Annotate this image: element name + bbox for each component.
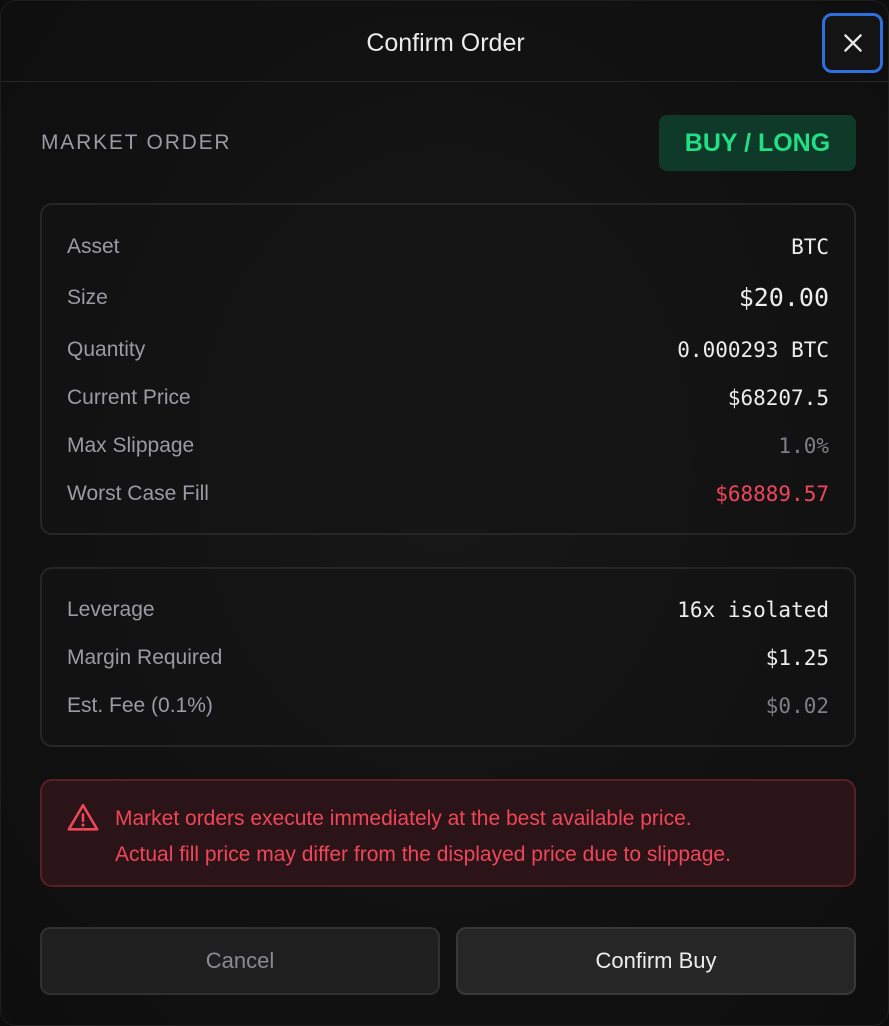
detail-value: BTC: [791, 235, 829, 259]
detail-value: 0.000293 BTC: [677, 338, 829, 362]
confirm-order-dialog: Confirm Order MARKET ORDER BUY / LONG As…: [0, 0, 889, 1026]
detail-row-asset: Asset BTC: [42, 232, 854, 262]
margin-label: Margin Required: [67, 646, 223, 669]
detail-value: $68889.57: [715, 482, 829, 506]
close-button[interactable]: [822, 13, 883, 73]
detail-label: Quantity: [67, 338, 146, 361]
close-icon: [843, 34, 862, 52]
order-details-card: Asset BTC Size $20.00 Quantity 0.000293 …: [40, 203, 856, 535]
margin-row-fee: Est. Fee (0.1%) $0.02: [42, 691, 854, 721]
detail-value: $68207.5: [727, 386, 829, 410]
margin-row-leverage: Leverage 16x isolated: [42, 595, 854, 625]
margin-value: 16x isolated: [677, 598, 829, 622]
detail-label: Asset: [67, 235, 120, 258]
dialog-title: Confirm Order: [366, 29, 525, 57]
detail-value: $20.00: [738, 283, 829, 312]
margin-value: $0.02: [765, 694, 829, 718]
warning-line-2: Actual fill price may differ from the di…: [115, 843, 731, 866]
detail-label: Max Slippage: [67, 434, 195, 457]
slippage-warning: Market orders execute immediately at the…: [40, 779, 856, 887]
detail-row-size: Size $20.00: [42, 283, 854, 313]
detail-label: Size: [67, 286, 108, 309]
order-type-label: MARKET ORDER: [41, 131, 232, 154]
detail-row-quantity: Quantity 0.000293 BTC: [42, 335, 854, 365]
warning-text: Market orders execute immediately at the…: [115, 801, 845, 873]
margin-row-required: Margin Required $1.25: [42, 643, 854, 673]
margin-label: Leverage: [67, 598, 155, 621]
detail-label: Worst Case Fill: [67, 482, 209, 505]
confirm-buy-button[interactable]: Confirm Buy: [456, 927, 856, 995]
side-badge: BUY / LONG: [659, 115, 856, 171]
detail-label: Current Price: [67, 386, 191, 409]
detail-row-max-slippage: Max Slippage 1.0%: [42, 431, 854, 461]
cancel-button[interactable]: Cancel: [40, 927, 440, 995]
warning-icon: [67, 803, 99, 831]
margin-details-card: Leverage 16x isolated Margin Required $1…: [40, 567, 856, 747]
dialog-header: Confirm Order: [1, 1, 889, 82]
margin-label: Est. Fee (0.1%): [67, 694, 213, 717]
detail-value: 1.0%: [778, 434, 829, 458]
margin-value: $1.25: [765, 646, 829, 670]
warning-line-1: Market orders execute immediately at the…: [115, 807, 692, 830]
detail-row-worst-case-fill: Worst Case Fill $68889.57: [42, 479, 854, 509]
detail-row-current-price: Current Price $68207.5: [42, 383, 854, 413]
